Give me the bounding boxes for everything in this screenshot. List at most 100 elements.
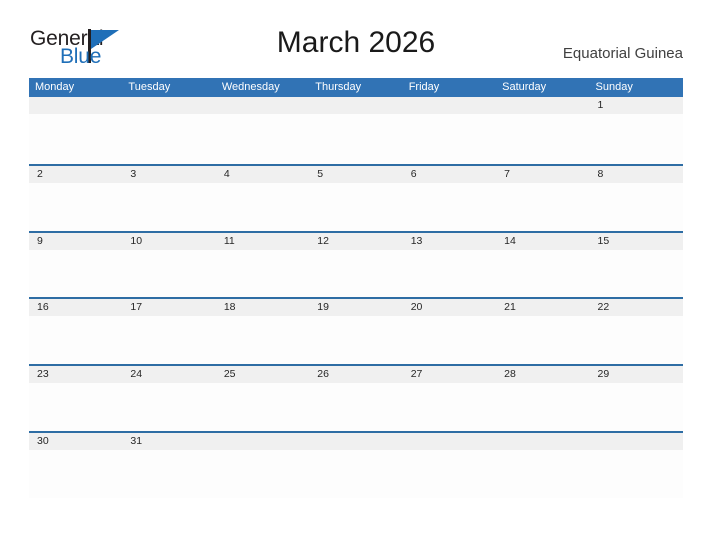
day-event-cell[interactable] [403, 114, 496, 161]
week-event-band [29, 249, 683, 297]
day-event-cell[interactable] [403, 316, 496, 363]
day-number[interactable] [122, 97, 215, 114]
day-event-cell[interactable] [122, 250, 215, 297]
day-event-cell[interactable] [590, 250, 683, 297]
day-event-cell[interactable] [403, 183, 496, 230]
day-event-cell[interactable] [216, 114, 309, 161]
day-event-cell[interactable] [590, 114, 683, 161]
day-event-cell[interactable] [309, 383, 402, 430]
day-event-cell[interactable] [29, 383, 122, 430]
day-number[interactable]: 2 [29, 166, 122, 183]
day-number[interactable]: 20 [403, 299, 496, 316]
day-event-cell[interactable] [590, 450, 683, 497]
day-event-cell[interactable] [122, 183, 215, 230]
day-number[interactable]: 31 [122, 433, 215, 450]
day-number[interactable]: 19 [309, 299, 402, 316]
day-event-cell[interactable] [216, 383, 309, 430]
week-event-band [29, 114, 683, 161]
day-number[interactable]: 5 [309, 166, 402, 183]
day-event-cell[interactable] [309, 316, 402, 363]
day-number[interactable]: 11 [216, 233, 309, 250]
day-number[interactable] [403, 97, 496, 114]
day-event-cell[interactable] [496, 250, 589, 297]
day-event-cell[interactable] [309, 450, 402, 497]
day-event-cell[interactable] [29, 450, 122, 497]
day-event-cell[interactable] [122, 316, 215, 363]
calendar-week-row: 23 24 25 26 27 28 29 [29, 364, 683, 431]
weekday-header-row: Monday Tuesday Wednesday Thursday Friday… [29, 78, 683, 97]
calendar-week-row: 16 17 18 19 20 21 22 [29, 297, 683, 365]
day-event-cell[interactable] [122, 114, 215, 161]
day-event-cell[interactable] [309, 114, 402, 161]
day-event-cell[interactable] [216, 183, 309, 230]
day-number[interactable] [309, 433, 402, 450]
day-number[interactable]: 16 [29, 299, 122, 316]
day-number[interactable]: 21 [496, 299, 589, 316]
day-number[interactable]: 4 [216, 166, 309, 183]
day-event-cell[interactable] [590, 383, 683, 430]
day-number[interactable]: 26 [309, 366, 402, 383]
weekday-header-saturday: Saturday [502, 81, 547, 93]
day-number[interactable]: 27 [403, 366, 496, 383]
country-label: Equatorial Guinea [562, 45, 683, 62]
weekday-header-wednesday: Wednesday [221, 81, 280, 93]
day-event-cell[interactable] [403, 250, 496, 297]
day-event-cell[interactable] [496, 316, 589, 363]
day-number[interactable]: 23 [29, 366, 122, 383]
day-number[interactable] [496, 433, 589, 450]
week-event-band [29, 182, 683, 230]
day-number[interactable] [403, 433, 496, 450]
day-number[interactable] [216, 97, 309, 114]
day-number[interactable]: 28 [496, 366, 589, 383]
day-number[interactable] [29, 97, 122, 114]
day-number[interactable]: 17 [122, 299, 215, 316]
day-event-cell[interactable] [29, 183, 122, 230]
day-number[interactable]: 25 [216, 366, 309, 383]
day-number[interactable] [309, 97, 402, 114]
day-event-cell[interactable] [496, 450, 589, 497]
day-event-cell[interactable] [122, 383, 215, 430]
week-event-band [29, 449, 683, 497]
weekday-header-thursday: Thursday [315, 81, 362, 93]
calendar-week-row: 30 31 [29, 430, 683, 498]
week-date-band: 23 24 25 26 27 28 29 [29, 366, 683, 384]
day-number[interactable]: 30 [29, 433, 122, 450]
day-event-cell[interactable] [29, 250, 122, 297]
day-number[interactable]: 22 [590, 299, 683, 316]
day-number[interactable]: 9 [29, 233, 122, 250]
day-event-cell[interactable] [216, 450, 309, 497]
day-event-cell[interactable] [122, 450, 215, 497]
day-number[interactable]: 14 [496, 233, 589, 250]
day-event-cell[interactable] [309, 250, 402, 297]
day-event-cell[interactable] [403, 383, 496, 430]
day-event-cell[interactable] [403, 450, 496, 497]
day-number[interactable] [590, 433, 683, 450]
day-number[interactable]: 12 [309, 233, 402, 250]
day-number[interactable]: 7 [496, 166, 589, 183]
day-number[interactable]: 24 [122, 366, 215, 383]
day-number[interactable]: 13 [403, 233, 496, 250]
calendar-week-row: 9 10 11 12 13 14 15 [29, 230, 683, 298]
day-number[interactable]: 3 [122, 166, 215, 183]
week-date-band: 16 17 18 19 20 21 22 [29, 299, 683, 317]
calendar-table: Monday Tuesday Wednesday Thursday Friday… [29, 78, 683, 498]
day-event-cell[interactable] [496, 383, 589, 430]
day-event-cell[interactable] [590, 316, 683, 363]
day-event-cell[interactable] [309, 183, 402, 230]
day-number[interactable]: 1 [590, 97, 683, 114]
day-event-cell[interactable] [590, 183, 683, 230]
day-event-cell[interactable] [216, 316, 309, 363]
day-number[interactable]: 10 [122, 233, 215, 250]
day-number[interactable] [496, 97, 589, 114]
day-event-cell[interactable] [496, 183, 589, 230]
day-number[interactable]: 8 [590, 166, 683, 183]
day-number[interactable]: 29 [590, 366, 683, 383]
day-number[interactable] [216, 433, 309, 450]
day-number[interactable]: 6 [403, 166, 496, 183]
day-event-cell[interactable] [216, 250, 309, 297]
day-number[interactable]: 18 [216, 299, 309, 316]
day-number[interactable]: 15 [590, 233, 683, 250]
day-event-cell[interactable] [29, 316, 122, 363]
day-event-cell[interactable] [496, 114, 589, 161]
day-event-cell[interactable] [29, 114, 122, 161]
